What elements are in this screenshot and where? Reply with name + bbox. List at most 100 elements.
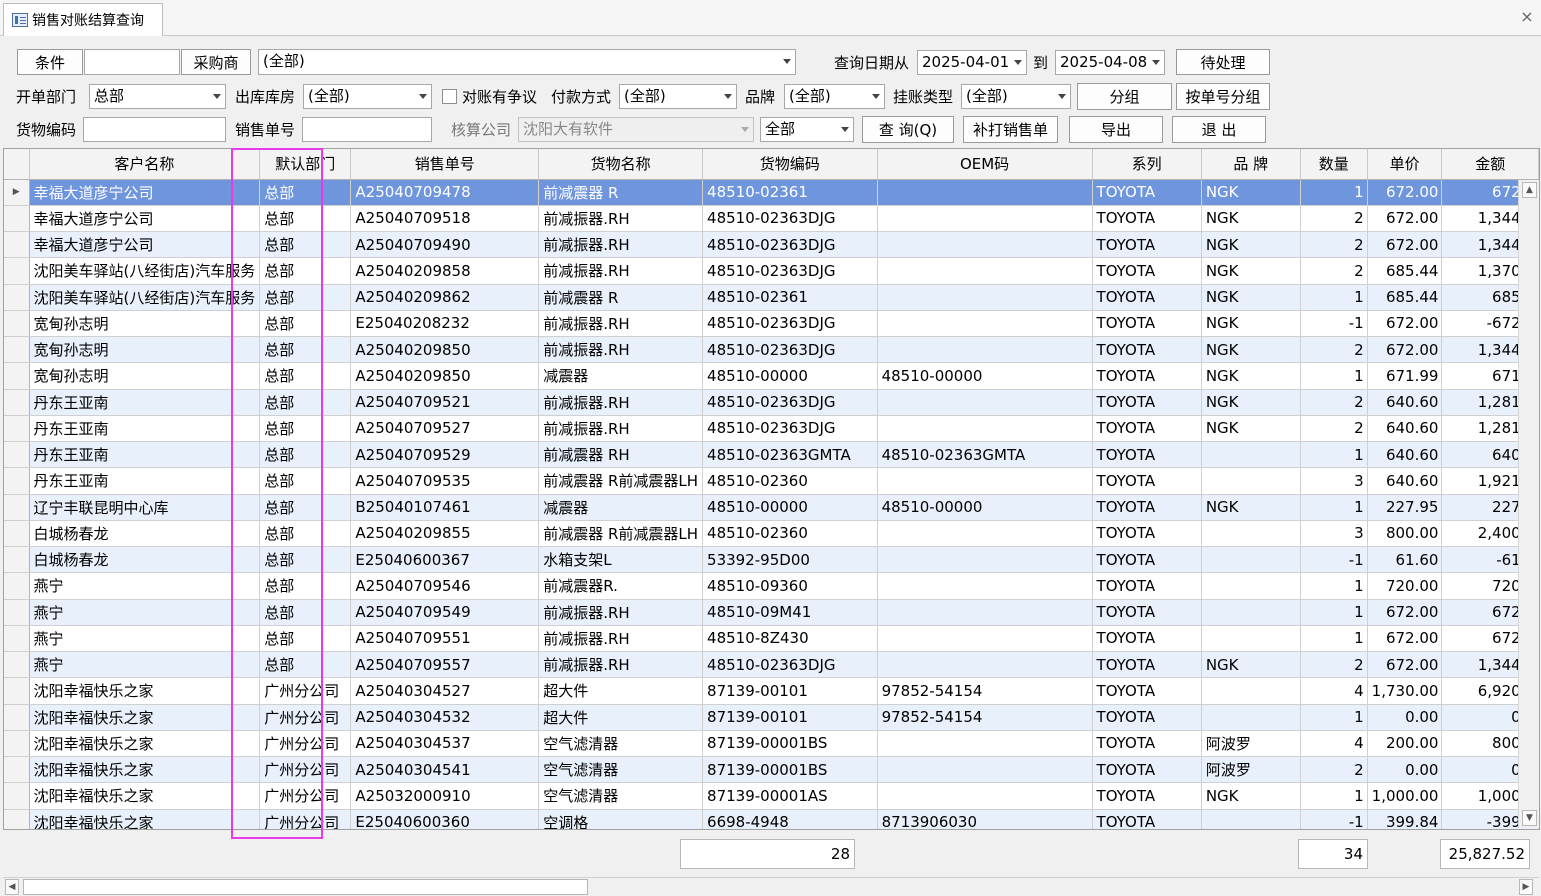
row-header[interactable] bbox=[4, 310, 30, 338]
cell-brand[interactable] bbox=[1201, 704, 1301, 731]
supplier-button[interactable]: 采购商 bbox=[181, 49, 251, 75]
cell-customer[interactable]: 丹东王亚南 bbox=[29, 467, 261, 495]
row-header[interactable] bbox=[4, 809, 30, 829]
cell-customer[interactable]: 燕宁 bbox=[29, 572, 261, 600]
row-header[interactable] bbox=[4, 336, 30, 364]
cell-oem[interactable] bbox=[877, 310, 1093, 338]
cell-customer[interactable]: 幸福大道彦宁公司 bbox=[29, 231, 261, 259]
cell-series[interactable]: TOYOTA bbox=[1092, 494, 1202, 521]
cell-series[interactable]: TOYOTA bbox=[1092, 520, 1202, 548]
cell-oem[interactable] bbox=[877, 205, 1093, 233]
cell-qty[interactable]: 1 bbox=[1300, 441, 1368, 469]
cell-sales-no[interactable]: B25040107461 bbox=[350, 494, 540, 521]
cell-oem[interactable] bbox=[877, 782, 1093, 810]
cell-dept[interactable]: 总部 bbox=[259, 336, 352, 364]
payment-combo[interactable]: (全部) bbox=[619, 84, 737, 109]
cell-price[interactable]: 672.00 bbox=[1367, 205, 1443, 233]
table-row[interactable]: 幸福大道彦宁公司 总部 A25040709490 前减振器.RH 48510-02363… bbox=[4, 231, 1539, 259]
cell-dept[interactable]: 总部 bbox=[259, 415, 352, 443]
cell-price[interactable]: 672.00 bbox=[1367, 179, 1443, 206]
cell-customer[interactable]: 丹东王亚南 bbox=[29, 389, 261, 416]
date-from-picker[interactable]: 2025-04-01 bbox=[917, 50, 1027, 75]
cell-sales-no[interactable]: A25040709521 bbox=[350, 389, 540, 416]
horizontal-scrollbar[interactable]: ◀ ▶ bbox=[3, 877, 1539, 895]
cell-goods-name[interactable]: 前减振器.RH bbox=[538, 415, 704, 443]
cell-customer[interactable]: 燕宁 bbox=[29, 625, 261, 653]
cell-customer[interactable]: 沈阳美车驿站(八经街店)汽车服务 bbox=[29, 257, 261, 285]
cell-customer[interactable]: 宽甸孙志明 bbox=[29, 362, 261, 390]
cell-goods-name[interactable]: 前减振器.RH bbox=[538, 231, 704, 259]
cell-goods-name[interactable]: 前减振器.RH bbox=[538, 257, 704, 285]
cell-oem[interactable]: 48510-02363GMTA bbox=[877, 441, 1093, 469]
cell-oem[interactable] bbox=[877, 389, 1093, 416]
cell-qty[interactable]: 2 bbox=[1300, 205, 1368, 233]
condition-input[interactable] bbox=[84, 49, 180, 75]
cell-oem[interactable]: 97852-54154 bbox=[877, 677, 1093, 705]
cell-customer[interactable]: 辽宁丰联昆明中心库 bbox=[29, 494, 261, 521]
cell-price[interactable]: 672.00 bbox=[1367, 651, 1443, 679]
row-header[interactable] bbox=[4, 520, 30, 548]
cell-goods-code[interactable]: 48510-09M41 bbox=[702, 599, 878, 626]
cell-sales-no[interactable]: A25040709546 bbox=[350, 572, 540, 600]
cell-oem[interactable] bbox=[877, 231, 1093, 259]
cell-price[interactable]: 640.60 bbox=[1367, 415, 1443, 443]
cell-goods-name[interactable]: 水箱支架L bbox=[538, 546, 704, 574]
cell-goods-name[interactable]: 前减振器.RH bbox=[538, 599, 704, 626]
cell-series[interactable]: TOYOTA bbox=[1092, 179, 1202, 206]
cell-brand[interactable]: NGK bbox=[1201, 389, 1301, 416]
cell-dept[interactable]: 总部 bbox=[259, 599, 352, 626]
scroll-left-icon[interactable]: ◀ bbox=[5, 879, 19, 895]
table-row[interactable]: 丹东王亚南 总部 A25040709529 前减震器 RH 48510-02363GMT… bbox=[4, 441, 1539, 469]
cell-customer[interactable]: 幸福大道彦宁公司 bbox=[29, 179, 261, 206]
exit-button[interactable]: 退 出 bbox=[1172, 116, 1266, 143]
cell-series[interactable]: TOYOTA bbox=[1092, 415, 1202, 443]
cell-sales-no[interactable]: A25040304537 bbox=[350, 730, 540, 758]
scope-combo[interactable]: 全部 bbox=[760, 117, 854, 142]
cell-goods-code[interactable]: 48510-8Z430 bbox=[702, 625, 878, 653]
cell-qty[interactable]: 1 bbox=[1300, 782, 1368, 810]
cell-price[interactable]: 672.00 bbox=[1367, 336, 1443, 364]
cell-customer[interactable]: 沈阳幸福快乐之家 bbox=[29, 704, 261, 731]
cell-goods-code[interactable]: 48510-02363DJG bbox=[702, 389, 878, 416]
cell-goods-code[interactable]: 87139-00001BS bbox=[702, 756, 878, 784]
table-row[interactable]: 燕宁 总部 A25040709549 前减振器.RH 48510-09M41 TOYOTA… bbox=[4, 599, 1539, 626]
cell-goods-code[interactable]: 87139-00101 bbox=[702, 677, 878, 705]
cell-oem[interactable] bbox=[877, 599, 1093, 626]
current-row-marker-icon[interactable]: ▶ bbox=[4, 179, 30, 206]
cell-oem[interactable] bbox=[877, 336, 1093, 364]
cell-goods-name[interactable]: 减震器 bbox=[538, 494, 704, 521]
cell-goods-code[interactable]: 48510-02361 bbox=[702, 284, 878, 311]
cell-series[interactable]: TOYOTA bbox=[1092, 310, 1202, 338]
cell-goods-name[interactable]: 前减振器.RH bbox=[538, 336, 704, 364]
table-row[interactable]: 丹东王亚南 总部 A25040709527 前减振器.RH 48510-02363DJG… bbox=[4, 415, 1539, 443]
row-header[interactable] bbox=[4, 389, 30, 416]
row-header[interactable] bbox=[4, 756, 30, 784]
cell-price[interactable]: 200.00 bbox=[1367, 730, 1443, 758]
cell-goods-name[interactable]: 空气滤清器 bbox=[538, 756, 704, 784]
cell-price[interactable]: 685.44 bbox=[1367, 284, 1443, 311]
cell-customer[interactable]: 沈阳幸福快乐之家 bbox=[29, 782, 261, 810]
table-row[interactable]: 幸福大道彦宁公司 总部 A25040709518 前减振器.RH 48510-02363… bbox=[4, 205, 1539, 233]
cell-goods-code[interactable]: 48510-09360 bbox=[702, 572, 878, 600]
cell-series[interactable]: TOYOTA bbox=[1092, 782, 1202, 810]
cell-series[interactable]: TOYOTA bbox=[1092, 205, 1202, 233]
cell-price[interactable]: 685.44 bbox=[1367, 257, 1443, 285]
cell-customer[interactable]: 燕宁 bbox=[29, 651, 261, 679]
cell-qty[interactable]: 2 bbox=[1300, 756, 1368, 784]
cell-oem[interactable] bbox=[877, 730, 1093, 758]
cell-price[interactable]: 671.99 bbox=[1367, 362, 1443, 390]
row-header[interactable] bbox=[4, 494, 30, 521]
row-header[interactable] bbox=[4, 231, 30, 259]
col-header-brand[interactable]: 品 牌 bbox=[1201, 149, 1301, 180]
cell-sales-no[interactable]: E25040600367 bbox=[350, 546, 540, 574]
cell-brand[interactable]: NGK bbox=[1201, 415, 1301, 443]
cell-goods-code[interactable]: 48510-02363DJG bbox=[702, 415, 878, 443]
table-row[interactable]: 沈阳美车驿站(八经街店)汽车服务 总部 A25040209858 前减振器.RH 485… bbox=[4, 257, 1539, 285]
cell-goods-name[interactable]: 前减震器 R bbox=[538, 179, 704, 206]
cell-goods-code[interactable]: 48510-02363DJG bbox=[702, 231, 878, 259]
cell-brand[interactable] bbox=[1201, 467, 1301, 495]
row-header[interactable] bbox=[4, 730, 30, 758]
cell-dept[interactable]: 广州分公司 bbox=[259, 756, 352, 784]
cell-price[interactable]: 1,000.00 bbox=[1367, 782, 1443, 810]
cell-brand[interactable] bbox=[1201, 546, 1301, 574]
